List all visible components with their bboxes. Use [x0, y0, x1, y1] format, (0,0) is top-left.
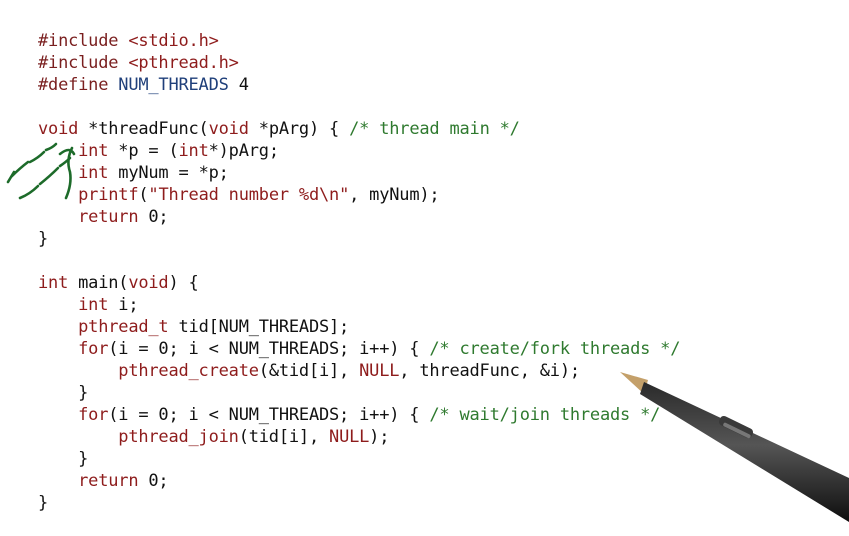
code-token: 4 — [228, 75, 249, 95]
code-token: tid[NUM_THREADS]; — [168, 317, 350, 337]
code-token: ); — [369, 427, 390, 447]
code-token: *threadFunc( — [78, 119, 209, 139]
code-token: 0; — [138, 471, 169, 491]
code-token: #define — [38, 75, 119, 95]
code-token: NULL — [329, 427, 370, 447]
code-token: } — [38, 493, 49, 513]
code-token: NULL — [359, 361, 400, 381]
code-line: printf("Thread number %d\n", myNum); — [38, 184, 680, 206]
code-token: (i = 0; i < NUM_THREADS; i++) { — [108, 339, 430, 359]
code-token: ) { — [168, 273, 199, 293]
code-token: , myNum); — [349, 185, 440, 205]
code-token: } — [38, 383, 89, 403]
code-token: *)pArg; — [208, 141, 279, 161]
code-line: } — [38, 448, 680, 470]
code-token: 0; — [138, 207, 169, 227]
code-token: int — [38, 273, 69, 293]
code-line: pthread_t tid[NUM_THREADS]; — [38, 316, 680, 338]
code-line: #define NUM_THREADS 4 — [38, 74, 680, 96]
code-line: int i; — [38, 294, 680, 316]
code-token: NUM_THREADS — [118, 75, 229, 95]
code-token: pthread_join — [118, 427, 239, 447]
code-line: } — [38, 492, 680, 514]
code-token: #include — [38, 31, 129, 51]
code-token: , threadFunc, &i); — [399, 361, 580, 381]
code-token: <pthread.h> — [128, 53, 239, 73]
code-token: pthread_create — [118, 361, 259, 381]
code-token: (tid[i], — [238, 427, 330, 447]
stylus-pen-icon — [620, 372, 849, 522]
code-token: (&tid[i], — [258, 361, 360, 381]
code-token: void — [128, 273, 169, 293]
code-token: int — [178, 141, 209, 161]
code-line: } — [38, 382, 680, 404]
handwritten-annotation — [6, 142, 76, 200]
code-token: <stdio.h> — [128, 31, 219, 51]
code-token: return — [78, 471, 139, 491]
code-line: for(i = 0; i < NUM_THREADS; i++) { /* cr… — [38, 338, 680, 360]
code-token: myNum = *p; — [108, 163, 229, 183]
code-token: pthread_t — [78, 317, 169, 337]
code-line: void *threadFunc(void *pArg) { /* thread… — [38, 118, 680, 140]
code-token: for — [78, 339, 109, 359]
code-token: *pArg) { — [248, 119, 350, 139]
code-line: int myNum = *p; — [38, 162, 680, 184]
code-token: "Thread number %d\n" — [148, 185, 350, 205]
code-token: /* thread main */ — [349, 119, 520, 139]
code-token: } — [38, 229, 49, 249]
code-token: } — [38, 449, 89, 469]
code-token: int — [78, 295, 109, 315]
code-token: for — [78, 405, 109, 425]
code-line: return 0; — [38, 206, 680, 228]
code-token: (i = 0; i < NUM_THREADS; i++) { — [108, 405, 430, 425]
code-token: *p = ( — [108, 141, 179, 161]
code-line: #include <pthread.h> — [38, 52, 680, 74]
code-token: #include — [38, 53, 129, 73]
code-token: void — [38, 119, 79, 139]
code-token: main( — [68, 273, 129, 293]
code-listing: #include <stdio.h> #include <pthread.h> #d… — [38, 30, 680, 514]
code-token: void — [208, 119, 249, 139]
code-token: i; — [108, 295, 139, 315]
code-line: pthread_create(&tid[i], NULL, threadFunc… — [38, 360, 680, 382]
code-line: pthread_join(tid[i], NULL); — [38, 426, 680, 448]
code-line: } — [38, 228, 680, 250]
code-token: ( — [138, 185, 149, 205]
code-line: int main(void) { — [38, 272, 680, 294]
code-line: return 0; — [38, 470, 680, 492]
code-line: #include <stdio.h> — [38, 30, 680, 52]
code-token: /* create/fork threads */ — [429, 339, 681, 359]
code-line: int *p = (int*)pArg; — [38, 140, 680, 162]
code-line: for(i = 0; i < NUM_THREADS; i++) { /* wa… — [38, 404, 680, 426]
